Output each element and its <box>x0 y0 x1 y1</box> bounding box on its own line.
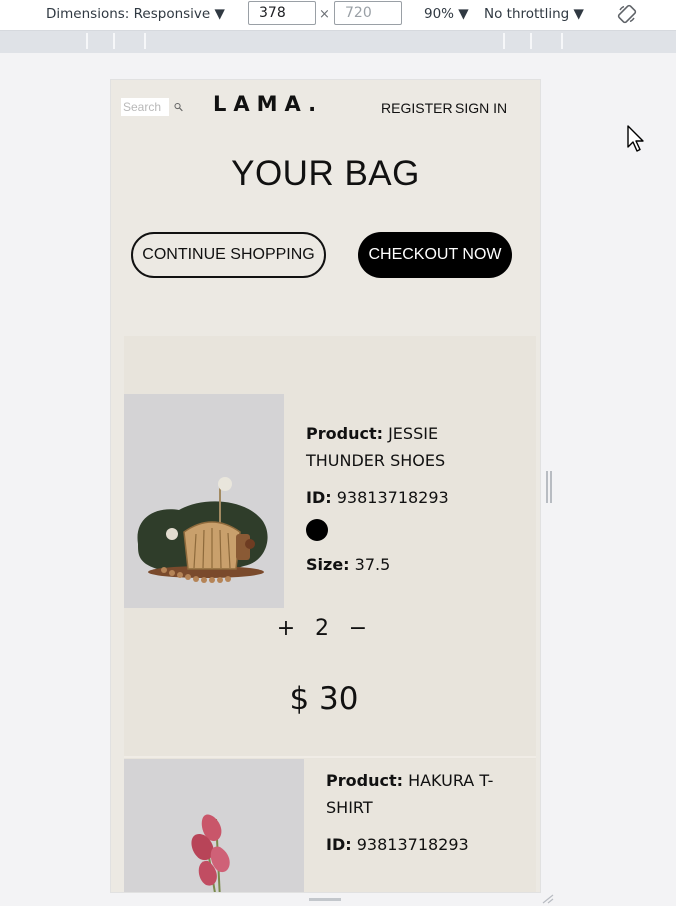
viewport-resize-handle-right[interactable] <box>546 471 552 503</box>
product-name-line: Product: HAKURA T-SHIRT <box>326 767 516 821</box>
size-label: Size: <box>306 555 350 574</box>
product-id: 93813718293 <box>336 488 449 507</box>
search-input[interactable] <box>121 98 169 116</box>
height-input[interactable]: 720 <box>334 1 402 25</box>
navbar: LAMA. REGISTER SIGN IN <box>111 80 540 136</box>
product-label: Product: <box>306 424 383 443</box>
product-id-line: ID: 93813718293 <box>306 484 506 511</box>
register-link[interactable]: REGISTER <box>381 100 453 116</box>
brand-logo[interactable]: LAMA. <box>213 92 323 116</box>
dimensions-dropdown[interactable]: Dimensions: Responsive ▼ <box>46 6 225 22</box>
continue-shopping-button[interactable]: CONTINUE SHOPPING <box>131 232 326 278</box>
product-size-line: Size: 37.5 <box>306 551 506 578</box>
product-id-line: ID: 93813718293 <box>326 831 516 858</box>
id-label: ID: <box>306 488 332 507</box>
product-label: Product: <box>326 771 403 790</box>
cart-product: Product: HAKURA T-SHIRT ID: 93813718293 <box>124 759 536 892</box>
quantity-stepper: + 2 − <box>274 616 370 641</box>
media-query-ruler <box>0 31 676 53</box>
devtools-device-toolbar: Dimensions: Responsive ▼ 378 × 720 90% ▼… <box>0 0 676 31</box>
mouse-cursor-icon <box>627 125 644 152</box>
product-price: $ 30 <box>289 681 359 717</box>
viewport-resize-handle-bottom[interactable] <box>309 898 341 901</box>
quantity-value: 2 <box>315 616 329 641</box>
product-image <box>124 759 304 892</box>
width-input[interactable]: 378 <box>248 1 316 25</box>
product-name-line: Product: JESSIE THUNDER SHOES <box>306 420 506 474</box>
page-title: YOUR BAG <box>231 154 420 193</box>
increase-quantity-button[interactable]: + <box>274 616 298 641</box>
cart-product: Product: JESSIE THUNDER SHOES ID: 938137… <box>124 336 536 754</box>
product-divider <box>124 756 536 758</box>
checkout-now-button[interactable]: CHECKOUT NOW <box>358 232 512 278</box>
signin-link[interactable]: SIGN IN <box>455 100 507 116</box>
rotate-icon[interactable] <box>617 4 637 24</box>
decrease-quantity-button[interactable]: − <box>346 616 370 641</box>
flower-product-illustration <box>191 814 230 892</box>
id-label: ID: <box>326 835 352 854</box>
product-size: 37.5 <box>354 555 391 574</box>
product-color-swatch <box>306 519 328 541</box>
viewport-resize-handle-corner[interactable] <box>541 894 555 904</box>
product-image <box>124 394 284 608</box>
cart-list: Product: JESSIE THUNDER SHOES ID: 938137… <box>124 336 536 892</box>
device-viewport: LAMA. REGISTER SIGN IN YOUR BAG CONTINUE… <box>111 80 540 892</box>
search-container <box>121 96 183 118</box>
bag-product-illustration <box>137 477 268 583</box>
search-icon[interactable] <box>174 100 183 114</box>
product-details: Product: JESSIE THUNDER SHOES ID: 938137… <box>306 420 506 588</box>
product-id: 93813718293 <box>356 835 469 854</box>
zoom-dropdown[interactable]: 90% ▼ <box>424 6 469 22</box>
product-details: Product: HAKURA T-SHIRT ID: 93813718293 <box>326 767 516 868</box>
times-sign: × <box>319 7 330 22</box>
throttling-dropdown[interactable]: No throttling ▼ <box>484 6 584 22</box>
